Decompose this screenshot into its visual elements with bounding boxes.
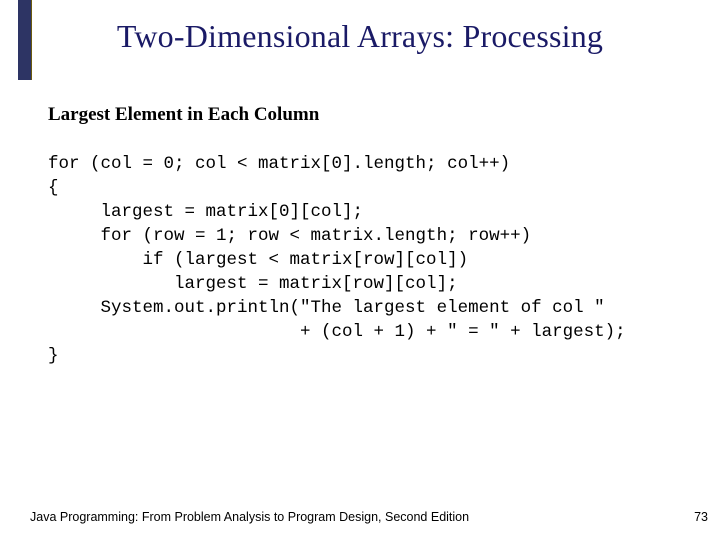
section-subtitle: Largest Element in Each Column: [48, 104, 319, 126]
code-sample: for (col = 0; col < matrix[0].length; co…: [48, 152, 626, 368]
slide-title: Two-Dimensional Arrays: Processing: [0, 18, 720, 55]
page-number: 73: [694, 510, 708, 524]
footer-text: Java Programming: From Problem Analysis …: [30, 510, 469, 524]
